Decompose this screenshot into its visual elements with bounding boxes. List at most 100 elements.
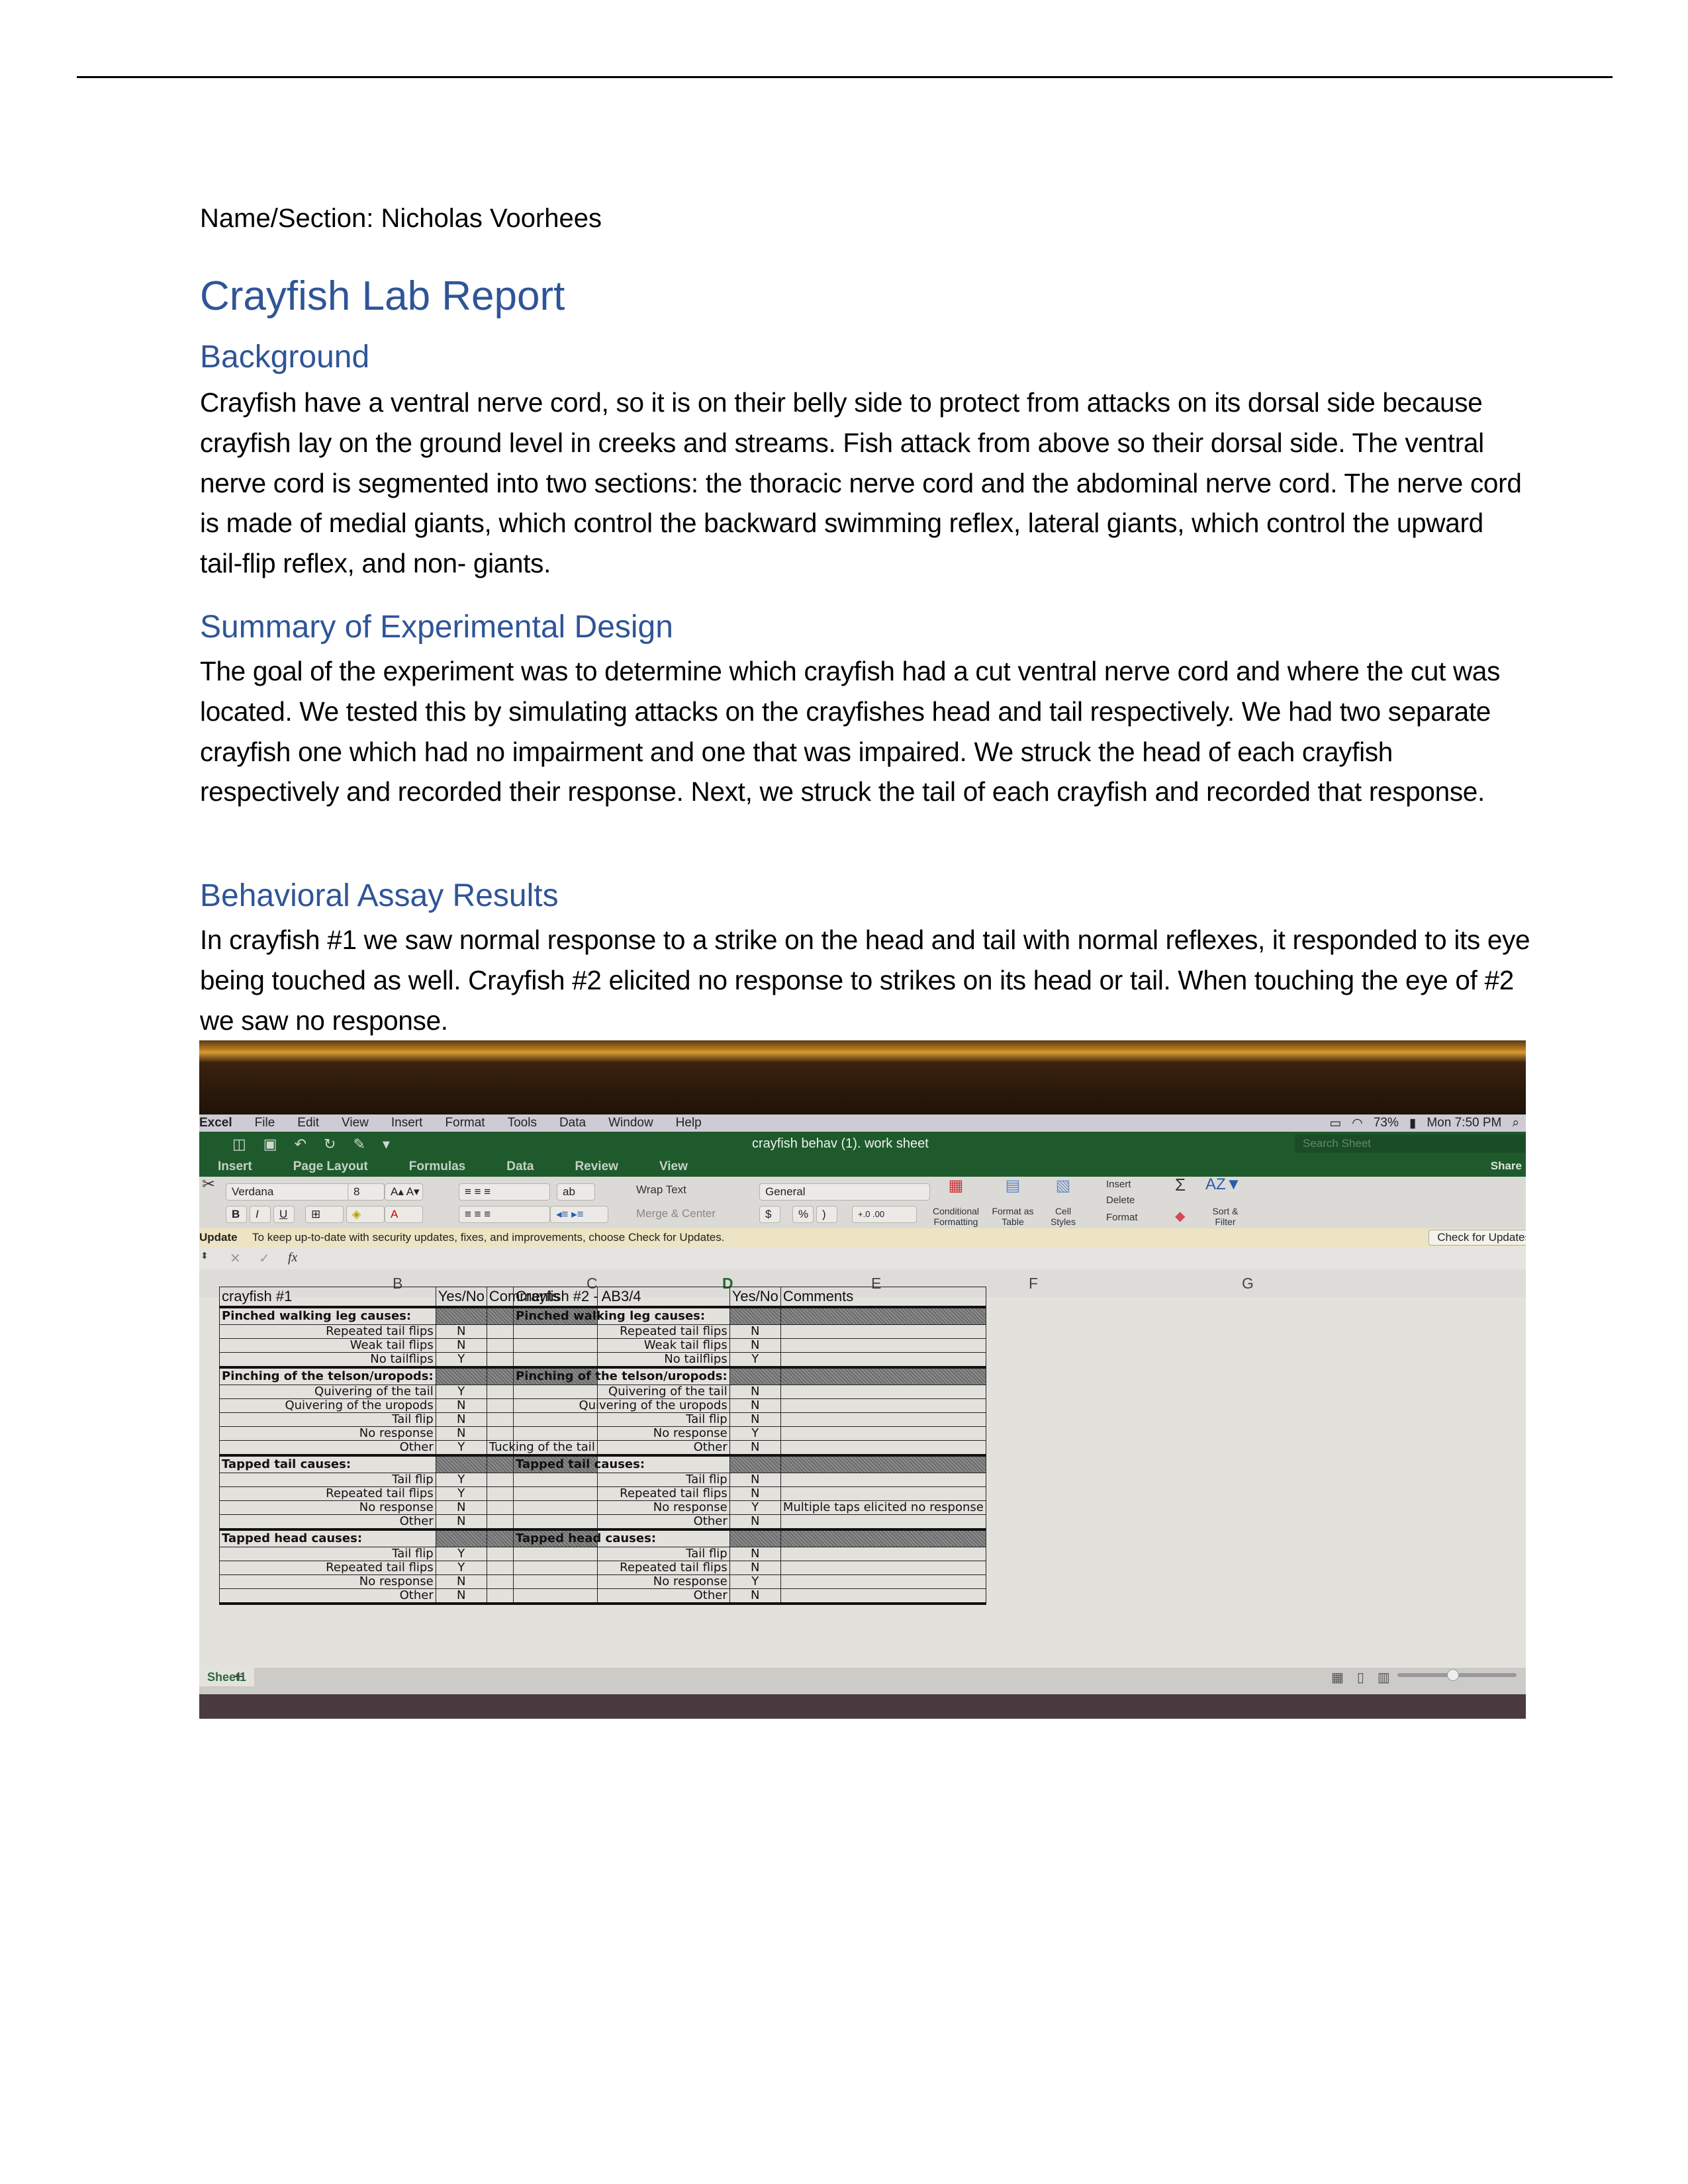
search-sheet-field: Search Sheet	[1295, 1134, 1526, 1153]
merge-center-button: Merge & Center	[636, 1207, 716, 1220]
behavior-label-cell: Tail flip	[513, 1473, 730, 1487]
table-row: Tail flip N	[513, 1412, 986, 1427]
sheet-tab: Sheet1	[199, 1668, 255, 1686]
autosum-icon: Σ	[1175, 1175, 1186, 1195]
name-section-line: Name/Section: Nicholas Voorhees	[200, 204, 602, 233]
table-row: No response Y Multiple taps elicited no re…	[513, 1500, 986, 1515]
yes-no-value-cell: N	[729, 1412, 781, 1427]
format-as-table-icon: ▤	[1005, 1177, 1021, 1195]
tab-review: Review	[575, 1160, 618, 1173]
yes-no-value-cell: N	[435, 1514, 487, 1530]
behavior-label-cell: Quivering of the tail	[513, 1385, 730, 1399]
comma-button: )	[816, 1206, 837, 1223]
yes-no-value-cell: Y	[729, 1500, 781, 1515]
comment-cell: Multiple taps elicited no response	[780, 1500, 986, 1515]
section-header-row: Pinching of the telson/uropods:	[513, 1366, 986, 1385]
table-row: Other N	[513, 1440, 986, 1456]
hatched-cell	[435, 1366, 487, 1385]
table-title-cell: crayfish #1	[219, 1287, 436, 1308]
battery-icon: ▮	[1409, 1116, 1417, 1130]
save-icon: ▣	[263, 1136, 277, 1152]
section-name-cell: Tapped tail causes:	[219, 1454, 436, 1473]
table-row: Repeated tail flips N	[513, 1486, 986, 1501]
hatched-cell	[729, 1528, 781, 1547]
sort-filter-icon: AZ▼	[1205, 1175, 1242, 1193]
comment-cell	[780, 1574, 986, 1589]
view-buttons: ▦ ▯ ▥	[1331, 1669, 1390, 1686]
tab-page-layout: Page Layout	[293, 1160, 368, 1173]
behavior-label-cell: Tail flip	[219, 1473, 436, 1487]
normal-view-icon: ▦	[1331, 1670, 1344, 1685]
yes-no-value-cell: N	[435, 1588, 487, 1605]
hatched-cell	[780, 1528, 986, 1547]
formula-bar: ⬍ ✕ ✓ fx	[199, 1247, 1526, 1270]
page-break-view-icon: ▥	[1377, 1670, 1390, 1685]
percent-button: %	[792, 1206, 814, 1223]
table-row: Repeated tail flips N	[513, 1324, 986, 1339]
update-label: Update	[199, 1231, 238, 1244]
photo-background-lamp	[199, 1040, 1526, 1115]
section-header-row: Tapped head causes:	[513, 1528, 986, 1547]
behavior-label-cell: Other	[219, 1514, 436, 1530]
hatched-cell	[435, 1306, 487, 1325]
battery-percent: 73%	[1373, 1116, 1399, 1130]
ribbon-tabs: Insert Page Layout Formulas Data Review …	[199, 1157, 1526, 1177]
format-cells-button: Format	[1106, 1212, 1138, 1223]
comment-cell	[780, 1547, 986, 1561]
workbook-title: crayfish behav (1). work sheet	[752, 1136, 929, 1151]
section-name-cell: Tapped head causes:	[219, 1528, 436, 1547]
behavior-label-cell: Quivering of the tail	[219, 1385, 436, 1399]
behavior-label-cell: Repeated tail flips	[513, 1486, 730, 1501]
yes-no-value-cell: Y	[729, 1574, 781, 1589]
yes-no-value-cell: N	[729, 1398, 781, 1413]
yes-no-value-cell: Y	[729, 1352, 781, 1368]
yes-no-value-cell: N	[729, 1338, 781, 1353]
yes-no-header-cell: Yes/No	[729, 1287, 781, 1308]
behavior-label-cell: Repeated tail flips	[513, 1561, 730, 1575]
tab-data: Data	[506, 1160, 534, 1173]
menubar-status: ▭ ◠ 73% ▮ Mon 7:50 PM ⌕	[1329, 1116, 1519, 1131]
undo-icon: ↶	[294, 1136, 307, 1152]
yes-no-value-cell: N	[729, 1473, 781, 1487]
format-as-table-label: Format as Table	[992, 1206, 1034, 1227]
add-sheet-button: +	[234, 1666, 244, 1686]
comment-cell	[780, 1588, 986, 1605]
menu-format: Format	[445, 1116, 485, 1130]
behavior-label-cell: No tailflips	[219, 1352, 436, 1368]
comment-cell	[780, 1385, 986, 1399]
hatched-cell	[729, 1306, 781, 1325]
yes-no-value-cell: Y	[435, 1385, 487, 1399]
behavior-label-cell: Repeated tail flips	[219, 1486, 436, 1501]
yes-no-value-cell: N	[729, 1514, 781, 1530]
menu-data: Data	[559, 1116, 586, 1130]
confirm-icon: ✓	[259, 1251, 270, 1266]
table-row: Quivering of the tail N	[513, 1385, 986, 1399]
yes-no-value-cell: N	[435, 1338, 487, 1353]
behavior-label-cell: Tail flip	[513, 1547, 730, 1561]
yes-no-value-cell: N	[435, 1500, 487, 1515]
hatched-cell	[780, 1306, 986, 1325]
comment-cell	[780, 1561, 986, 1575]
paragraph-experimental-design: The goal of the experiment was to determ…	[200, 656, 1501, 807]
column-header-f: F	[1029, 1275, 1039, 1292]
sheet-tabs-bar: Sheet1 + ▦ ▯ ▥	[199, 1666, 1526, 1694]
comments-header-cell: Comments	[780, 1287, 986, 1308]
name-box-stepper-icon: ⬍	[201, 1250, 209, 1261]
grow-font-icon: A▴ A▾	[385, 1183, 423, 1201]
comment-cell	[780, 1412, 986, 1427]
mac-dock	[199, 1694, 1526, 1719]
menu-file: File	[254, 1116, 275, 1130]
yes-no-value-cell: Y	[435, 1547, 487, 1561]
horizontal-align-icons: ≡ ≡ ≡	[459, 1206, 550, 1223]
cell-styles-icon: ▧	[1055, 1177, 1071, 1195]
section-header-row: Tapped tail causes:	[513, 1454, 986, 1473]
table-row: Other N	[513, 1514, 986, 1530]
hatched-cell	[780, 1366, 986, 1385]
behavior-label-cell: Weak tail flips	[219, 1338, 436, 1353]
yes-no-value-cell: N	[435, 1324, 487, 1339]
behavior-label-cell: Other	[219, 1588, 436, 1605]
behavior-label-cell: Weak tail flips	[513, 1338, 730, 1353]
italic-button: I	[250, 1206, 271, 1223]
clock: Mon 7:50 PM	[1427, 1116, 1502, 1130]
behavior-label-cell: Other	[513, 1588, 730, 1605]
